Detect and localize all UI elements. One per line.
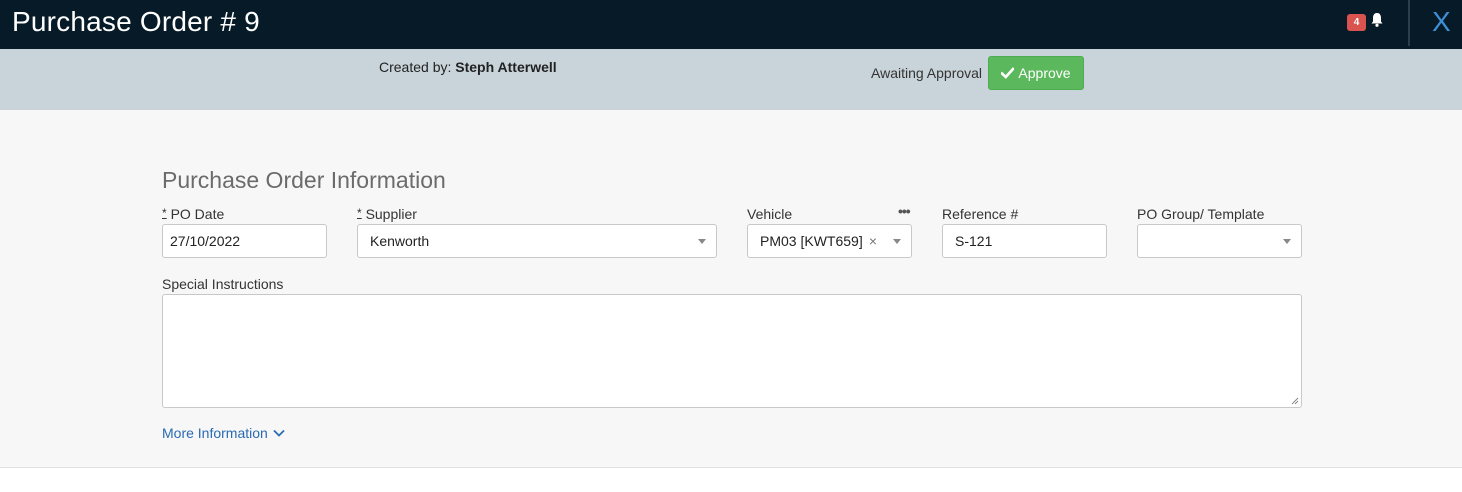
created-by: Created by: Steph Atterwell (379, 59, 557, 75)
resize-grip-icon[interactable] (1291, 397, 1299, 405)
reference-label: Reference # (942, 206, 1019, 222)
special-instructions-label: Special Instructions (162, 276, 284, 292)
header-divider (1408, 0, 1410, 46)
supplier-label: * Supplier (357, 206, 417, 222)
approve-label: Approve (1018, 65, 1071, 81)
created-by-name: Steph Atterwell (455, 59, 557, 75)
status-text: Awaiting Approval (871, 65, 983, 81)
reference-value: S-121 (955, 233, 993, 249)
po-date-field[interactable]: 27/10/2022 (162, 224, 327, 258)
supplier-value: Kenworth (370, 233, 430, 249)
required-marker: * (162, 206, 167, 220)
po-group-label: PO Group/ Template (1137, 206, 1265, 222)
chevron-down-icon (698, 239, 706, 244)
form-panel: Purchase Order Information * PO Date 27/… (0, 110, 1462, 468)
more-options-icon[interactable]: ••• (898, 203, 911, 219)
supplier-label-text: Supplier (365, 206, 417, 222)
po-date-label-text: PO Date (170, 206, 225, 222)
bell-icon[interactable] (1370, 12, 1384, 28)
po-date-value: 27/10/2022 (170, 233, 241, 249)
check-icon (1001, 67, 1015, 79)
reference-field[interactable]: S-121 (942, 224, 1107, 258)
po-date-label: * PO Date (162, 206, 224, 222)
top-bar: Purchase Order # 9 4 X (0, 0, 1462, 49)
created-by-label: Created by: (379, 59, 452, 75)
chevron-down-icon (893, 239, 901, 244)
vehicle-select[interactable]: PM03 [KWT659] × (747, 224, 912, 258)
po-group-select[interactable] (1137, 224, 1302, 258)
vehicle-value: PM03 [KWT659] (760, 233, 863, 249)
clear-icon[interactable]: × (869, 233, 877, 249)
close-button[interactable]: X (1432, 6, 1451, 38)
chevron-down-icon (273, 429, 285, 437)
approve-button[interactable]: Approve (988, 56, 1084, 90)
section-title: Purchase Order Information (162, 167, 446, 193)
supplier-select[interactable]: Kenworth (357, 224, 717, 258)
info-bar: Created by: Steph Atterwell Awaiting App… (0, 49, 1462, 110)
more-information-label: More Information (162, 425, 268, 441)
required-marker: * (357, 206, 362, 220)
special-instructions-textarea[interactable] (162, 294, 1302, 408)
more-information-toggle[interactable]: More Information (162, 425, 285, 441)
notification-badge[interactable]: 4 (1347, 14, 1366, 31)
page-title: Purchase Order # 9 (12, 6, 260, 37)
chevron-down-icon (1283, 239, 1291, 244)
vehicle-label: Vehicle (747, 206, 793, 222)
